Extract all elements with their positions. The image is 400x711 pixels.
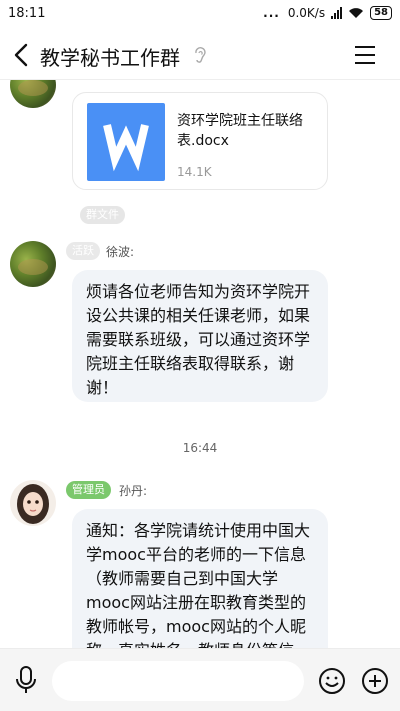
back-icon[interactable] (8, 40, 36, 70)
sender-name: 孙丹: (119, 484, 148, 498)
file-size: 14.1K (177, 165, 212, 179)
wifi-icon (349, 8, 364, 18)
input-bar (0, 648, 400, 711)
girl-avatar-icon (17, 484, 49, 524)
menu-icon[interactable] (354, 44, 376, 66)
avatar[interactable] (10, 80, 56, 108)
word-letter-icon (103, 124, 149, 172)
emoji-icon[interactable] (318, 667, 346, 695)
chat-messages[interactable]: 资环学院班主任联络表.docx 14.1K 群文件 活跃 徐波: 烦请各位老师告… (0, 80, 400, 648)
chat-title: 教学秘书工作群 (40, 46, 180, 70)
timestamp: 16:44 (182, 441, 218, 455)
avatar[interactable] (10, 480, 56, 526)
admin-badge: 管理员 (66, 481, 111, 499)
battery-icon: 58 (370, 6, 392, 20)
signal-icon (331, 7, 343, 19)
file-message[interactable]: 资环学院班主任联络表.docx 14.1K (72, 92, 328, 190)
active-badge: 活跃 (66, 242, 100, 260)
notification-dots-icon: ... (263, 6, 280, 20)
status-bar: 18:11 ... 0.0K/s 58 (0, 0, 400, 30)
group-file-tag: 群文件 (80, 206, 125, 224)
ear-icon (195, 47, 206, 63)
avatar[interactable] (10, 241, 56, 287)
sender-name: 徐波: (106, 245, 135, 259)
word-file-icon (87, 103, 165, 181)
microphone-icon[interactable] (12, 665, 40, 695)
message-bubble[interactable]: 烦请各位老师告知为资环学院开设公共课的相关任课老师，如果需要联系班级，可以通过资… (72, 270, 328, 402)
status-time: 18:11 (8, 6, 46, 21)
file-name: 资环学院班主任联络表.docx (177, 113, 303, 149)
network-speed: 0.0K/s (287, 6, 326, 20)
message-input[interactable] (52, 661, 304, 701)
plus-icon[interactable] (361, 667, 389, 695)
nav-bar: 教学秘书工作群 (0, 30, 400, 80)
message-bubble[interactable]: 通知：各学院请统计使用中国大学mooc平台的老师的一下信息（教师需要自己到中国大… (72, 509, 328, 648)
status-icons: ... 0.0K/s 58 (263, 6, 392, 20)
